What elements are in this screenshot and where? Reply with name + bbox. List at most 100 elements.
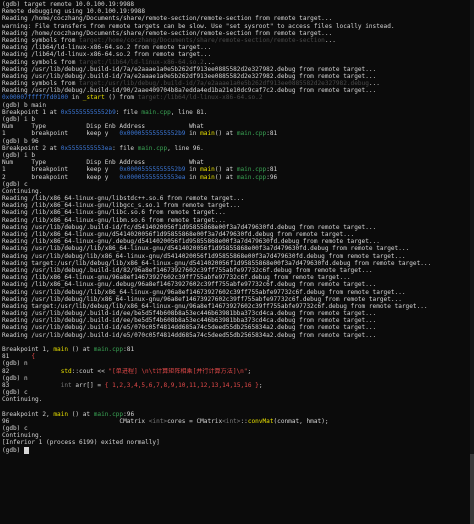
terminal-line: (gdb): [2, 446, 472, 454]
terminal-line: Reading /usr/lib/debug/.build-id/7a/e2aa…: [2, 66, 472, 73]
terminal-text: Reading /lib/x86_64-linux-gnu/96a8ef1467…: [2, 274, 351, 282]
terminal-line: Reading /usr/lib/debug/.build-id/fc/d541…: [2, 224, 472, 231]
terminal-text: ...: [368, 80, 380, 88]
terminal-line: (gdb) i b: [2, 116, 472, 123]
terminal-line: (gdb) target remote 10.0.100.19:9988: [2, 1, 472, 8]
terminal-text: <int>: [222, 417, 241, 425]
terminal-text: (gdb) n: [2, 374, 28, 382]
terminal-text: () from: [104, 94, 138, 102]
terminal-line: (gdb) n: [2, 375, 472, 382]
terminal-line: Reading /usr/lib/debug/lib/x86_64-linux-…: [2, 253, 472, 260]
terminal-text: main.cpp: [141, 108, 171, 116]
terminal-text: Continuing.: [2, 396, 43, 404]
terminal-line: Num Type Disp Enb Address What: [2, 159, 472, 166]
terminal-text: :81: [266, 166, 278, 174]
terminal-text: 0x00005555555552b9: [119, 166, 186, 174]
terminal-text: Reading /usr/lib/debug/.build-id/ee/be5d…: [2, 310, 377, 318]
terminal-text: :81: [123, 346, 135, 353]
terminal-text: ...: [324, 36, 336, 44]
terminal-line: Breakpoint 2 at 0x5555555553ea: file mai…: [2, 145, 472, 152]
terminal-line: Reading /lib/x86_64-linux-gnu/.debug/d54…: [2, 238, 472, 245]
terminal-line: 81 {: [2, 353, 472, 360]
terminal-text: main: [200, 130, 215, 138]
terminal-text: Reading /lib/x86_64-linux-gnu/libc.so.6 …: [2, 209, 226, 217]
terminal-line: Reading /usr/lib/debug/lib/x86_64-linux-…: [2, 296, 472, 303]
terminal-text: target:/home/coczhang/Documents/share/re…: [79, 36, 325, 44]
terminal-text: target:/usr/lib/debug/.build-id/7a/e2aaa…: [79, 80, 369, 88]
scrollbar[interactable]: [470, 0, 474, 524]
terminal-text: : file: [115, 108, 142, 116]
terminal-line: Reading symbols from target:/home/coczha…: [2, 37, 472, 44]
terminal-line: Num Type Disp Enb Address What: [2, 123, 472, 130]
terminal-text: (gdb) c: [2, 389, 28, 397]
terminal-text: ...: [203, 58, 215, 66]
terminal-text: Reading /usr/lib/debug/.build-id/90/2aae…: [2, 87, 377, 95]
terminal-line: Reading symbols from target:/lib64/ld-li…: [2, 59, 472, 66]
terminal-line: Reading /usr/lib/debug/.build-id/82/96a8…: [2, 267, 472, 274]
terminal-line: (gdb) i b: [2, 152, 472, 159]
terminal-text: Reading /lib/x86_64-linux-gnu/.debug/96a…: [2, 281, 377, 289]
terminal-text: Reading /lib/x86_64-linux-gnu/d541402005…: [2, 231, 355, 238]
terminal-text: <int>: [148, 417, 168, 425]
terminal-text: ;: [247, 367, 252, 375]
terminal-line: Reading /usr/lib/debug/.build-id/ee/be5d…: [2, 317, 472, 324]
terminal-line: Reading /lib/x86_64-linux-gnu/libc.so.6 …: [2, 209, 472, 216]
terminal-text: Reading /usr/lib/debug/.build-id/ee/be5d…: [2, 317, 377, 325]
terminal-text: target:/lib64/ld-linux-x86-64.so.2: [137, 94, 263, 102]
terminal-line: Reading symbols from target:/usr/lib/deb…: [2, 80, 472, 87]
terminal-text: :96: [266, 173, 278, 181]
terminal-text: Reading target:/usr/lib/debug/lib/x86_64…: [2, 302, 428, 310]
terminal-line: Reading /lib/x86_64-linux-gnu/libstdc++.…: [2, 195, 472, 202]
terminal-line: Breakpoint 1 at 0x55555555552b9: file ma…: [2, 109, 472, 116]
terminal-text: Reading /usr/lib/debug/lib/x86_64-linux-…: [2, 252, 406, 260]
terminal-text: Breakpoint 1,: [2, 346, 54, 353]
terminal-line: (gdb) b main: [2, 102, 472, 109]
terminal-text: in: [185, 166, 201, 174]
terminal-line: Reading /home/coczhang/Documents/share/r…: [2, 30, 472, 37]
terminal-text: in: [68, 94, 83, 102]
terminal-text: main: [200, 173, 215, 181]
terminal-text: :96: [123, 410, 135, 418]
terminal-line: Reading /lib/x86_64-linux-gnu/libm.so.6 …: [2, 217, 472, 224]
terminal-text: Reading /lib/x86_64-linux-gnu/libgcc_s.s…: [2, 202, 241, 210]
terminal-text: Reading /usr/lib/debug/.build-id/e5/070c…: [2, 324, 377, 332]
terminal-text: 0x00005555555552b9: [119, 130, 186, 138]
terminal-text: Reading /usr/lib/debug/lib/x86_64-linux-…: [2, 295, 402, 303]
terminal-text: main.cpp: [236, 130, 267, 138]
terminal-text: (gdb): [2, 446, 25, 454]
terminal-text: main.cpp: [93, 410, 124, 418]
terminal-text: Reading /lib/x86_64-linux-gnu/.debug/d54…: [2, 238, 380, 246]
terminal-text: Reading target:/usr/lib/debug/lib/x86_64…: [2, 259, 432, 267]
terminal-line: Continuing.: [2, 188, 472, 195]
terminal-line: Reading /lib/x86_64-linux-gnu/libgcc_s.s…: [2, 202, 472, 209]
terminal-line: Reading /usr/lib/debug/.build-id/e5/070c…: [2, 324, 472, 331]
terminal-text: Reading /lib/x86_64-linux-gnu/libstdc++.…: [2, 195, 245, 203]
terminal-line: Reading /usr/lib/debug/.build-id/7a/e2aa…: [2, 73, 472, 80]
terminal-window[interactable]: (gdb) target remote 10.0.100.19:9988 Remo…: [0, 0, 474, 524]
terminal-line: (gdb) c: [2, 425, 472, 432]
scrollbar-thumb[interactable]: [470, 454, 474, 524]
terminal-text: Reading symbols from: [2, 58, 80, 66]
terminal-text: Reading /home/coczhang/Documents/share/r…: [2, 15, 333, 23]
terminal-text: Reading symbols from: [2, 36, 80, 44]
terminal-text: (gdb) i b: [2, 151, 36, 159]
terminal-line: Continuing.: [2, 432, 472, 439]
terminal-line: 1 breakpoint keep y 0x00005555555552b9 i…: [2, 130, 472, 137]
terminal-line: 96 CMatrix <int>cores = CMatrix<int>::co…: [2, 418, 472, 425]
terminal-text: 0x5555555553ea: [60, 144, 113, 152]
terminal-text: [Inferior 1 (process 6199) exited normal…: [2, 439, 160, 447]
terminal-line: Reading /usr/lib/debug/.build-id/e5/070c…: [2, 332, 472, 339]
terminal-text: Reading /usr/lib/debug/.build-id/82/96a8…: [2, 266, 373, 274]
terminal-text: (gdb) n: [2, 360, 28, 368]
terminal-text: (gdb) c: [2, 180, 28, 188]
terminal-line: (gdb) n: [2, 360, 472, 367]
terminal-line: Reading /lib64/ld-linux-x86-64.so.2 from…: [2, 44, 472, 51]
terminal-text: Breakpoint 1 at: [2, 108, 61, 116]
terminal-line: 2 breakpoint keep y 0x00005555555553ea i…: [2, 174, 472, 181]
terminal-text: 0x55555555552b9: [60, 108, 116, 116]
terminal-text: 2 breakpoint keep y: [2, 173, 120, 181]
terminal-text: Num Type Disp Enb Address What: [2, 159, 204, 167]
terminal-text: ::cout <<: [71, 367, 109, 375]
terminal-line: Reading /usr/lib/debug/.build-id/90/2aae…: [2, 87, 472, 94]
